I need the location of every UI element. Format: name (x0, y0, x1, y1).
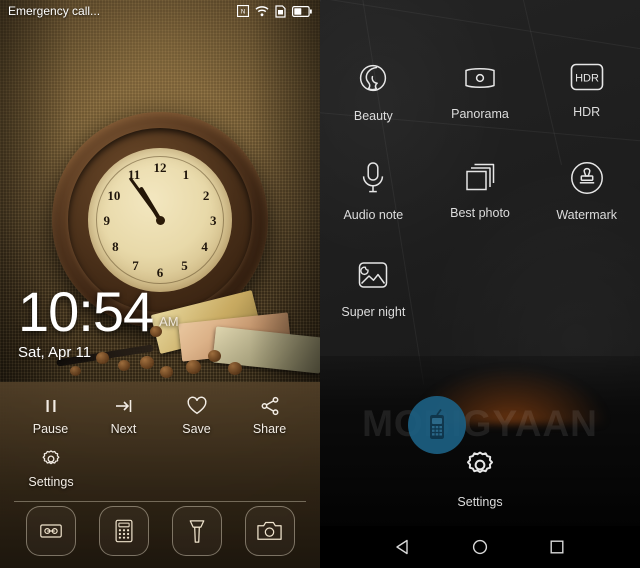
screenshot-root: 12 1 2 3 4 5 6 7 8 9 10 11 (0, 0, 640, 568)
camera-mode-watermark-label: Watermark (556, 208, 617, 222)
calculator-icon (112, 518, 136, 544)
flashlight-icon (186, 518, 208, 545)
heart-icon (186, 395, 208, 417)
recents-button[interactable] (537, 526, 577, 568)
wallpaper-controls: Pause Next Save Share Settings (0, 395, 320, 502)
beauty-face-icon (356, 62, 390, 96)
android-navigation-bar (320, 526, 640, 568)
wallpaper-next-button[interactable]: Next (87, 395, 160, 436)
calculator-shortcut[interactable] (98, 506, 149, 556)
lockscreen-shortcut-row (0, 506, 320, 556)
recents-square-icon (548, 538, 566, 556)
wallpaper-settings-button[interactable]: Settings (14, 448, 88, 489)
svg-text:N: N (241, 10, 245, 16)
camera-settings-button[interactable]: Settings (320, 448, 640, 509)
clock-ampm: AM (159, 313, 179, 329)
home-circle-icon (471, 538, 489, 556)
wallpaper-share-label: Share (252, 422, 287, 436)
panorama-icon (462, 62, 498, 94)
wallpaper-save-button[interactable]: Save (160, 395, 233, 436)
microphone-icon (359, 161, 387, 195)
camera-mode-super-night-label: Super night (341, 305, 406, 319)
wallpaper-pause-button[interactable]: Pause (14, 395, 87, 436)
camera-mode-watermark[interactable]: Watermark (533, 161, 640, 222)
camera-modes-panel: Beauty Panorama HDR HDR Audio note Best … (320, 0, 640, 568)
voice-recorder-shortcut[interactable] (25, 506, 76, 556)
camera-shortcut[interactable] (244, 506, 295, 556)
share-icon (259, 395, 281, 417)
camera-mode-best-photo[interactable]: Best photo (427, 161, 534, 222)
nfc-icon: N (237, 5, 249, 17)
wallpaper-next-label: Next (110, 422, 137, 436)
camera-mode-panorama[interactable]: Panorama (427, 62, 534, 123)
camera-mode-best-photo-label: Best photo (450, 206, 510, 220)
back-triangle-icon (394, 538, 412, 556)
camera-background-glow (416, 368, 606, 424)
gear-icon (463, 448, 497, 482)
camera-mode-hdr[interactable]: HDR HDR (533, 62, 640, 123)
wifi-icon (255, 5, 269, 17)
camera-mode-super-night[interactable]: Super night (320, 260, 427, 319)
wallpaper-controls-row-2: Settings (0, 448, 320, 489)
sim-card-icon (275, 4, 286, 18)
controls-divider (14, 501, 306, 502)
battery-icon (292, 5, 312, 17)
camera-mode-hdr-label: HDR (573, 105, 601, 119)
pause-icon (40, 395, 62, 417)
back-button[interactable] (383, 526, 423, 568)
status-icon-group: N (237, 4, 312, 18)
camera-settings-label: Settings (457, 495, 503, 509)
camera-icon (256, 519, 283, 543)
stamp-icon (570, 161, 604, 195)
camera-mode-audio-note[interactable]: Audio note (320, 161, 427, 222)
emergency-call-label[interactable]: Emergency call... (8, 4, 100, 18)
lockscreen-panel: 12 1 2 3 4 5 6 7 8 9 10 11 (0, 0, 320, 568)
clock-date: Sat, Apr 11 (18, 343, 92, 361)
wallpaper-settings-label: Settings (28, 475, 74, 489)
camera-mode-grid: Beauty Panorama HDR HDR Audio note Best … (320, 62, 640, 319)
camera-mode-audio-note-label: Audio note (343, 208, 404, 222)
flashlight-shortcut[interactable] (171, 506, 222, 556)
status-bar: Emergency call... N (0, 0, 320, 22)
next-icon (113, 395, 135, 417)
gear-icon (40, 448, 62, 470)
stacked-photos-icon (463, 161, 497, 193)
wallpaper-save-label: Save (182, 422, 211, 436)
tape-recorder-icon (38, 518, 64, 544)
camera-mode-panorama-label: Panorama (451, 107, 509, 121)
hdr-icon: HDR (570, 62, 604, 92)
home-button[interactable] (460, 526, 500, 568)
wallpaper-pause-label: Pause (32, 422, 69, 436)
camera-mode-beauty[interactable]: Beauty (320, 62, 427, 123)
lockscreen-clock-widget: 10:54 AM Sat, Apr 11 (18, 280, 179, 361)
camera-mode-beauty-label: Beauty (353, 109, 393, 123)
wallpaper-share-button[interactable]: Share (233, 395, 306, 436)
clock-time: 10:54 (18, 280, 154, 343)
wallpaper-controls-row-1: Pause Next Save Share (0, 395, 320, 436)
svg-text:HDR: HDR (575, 72, 599, 84)
night-photo-icon (356, 260, 390, 292)
